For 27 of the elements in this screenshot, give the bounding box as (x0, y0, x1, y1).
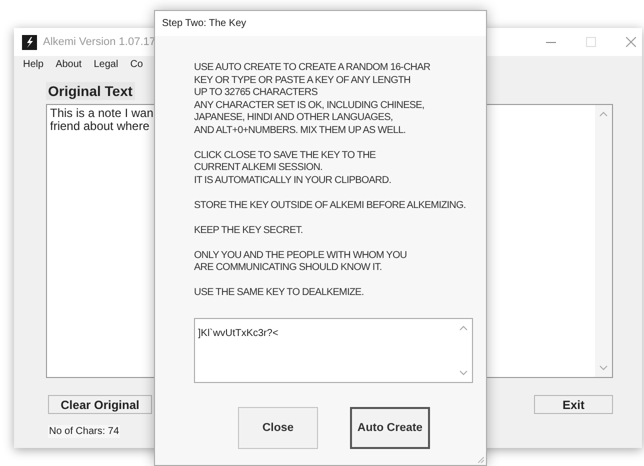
instruction-text: KEEP THE KEY SECRET. (194, 224, 304, 237)
app-logo-icon (22, 34, 37, 50)
menu-item[interactable]: Legal (88, 58, 124, 70)
clear-button[interactable]: Clear Original (48, 395, 152, 414)
maximize-icon[interactable] (586, 37, 596, 47)
char-count: No of Chars: 74 (48, 425, 120, 438)
scroll-down-icon[interactable] (459, 370, 468, 376)
scroll-down-icon[interactable] (599, 365, 608, 371)
instruction-text: USE AUTO CREATE TO CREATE A RANDOM 16-CHAR KEY OR TYPE OR PASTE A KEY OF ANY LENGTH UP TO 32765 CHARACTERS ANY CHARACTER SET IS OK, INCLUDING CHINESE, JAPANESE, HINDI AND OTHER LANGUAGES, AND ALT+0+NUMBERS. MIX THEM UP AS WELL. (194, 62, 432, 137)
menu-item[interactable]: About (50, 58, 88, 70)
menu-item[interactable]: Co (124, 58, 149, 70)
scroll-up-icon[interactable] (599, 111, 608, 117)
dialog-title: Step Two: The Key (155, 11, 486, 36)
close-icon[interactable] (626, 37, 636, 47)
section-label: Original Text (46, 82, 135, 100)
scroll-up-icon[interactable] (459, 324, 468, 330)
instruction-text: STORE THE KEY OUTSIDE OF ALKEMI BEFORE ALKEMIZING. (194, 200, 467, 212)
instruction-text: USE THE SAME KEY TO DEALKEMIZE. (194, 287, 365, 300)
menu-item[interactable]: Help (17, 58, 50, 70)
key-field[interactable]: ]Kl`wvUtTxKc3r?< (194, 318, 473, 382)
resize-grip-icon[interactable] (478, 457, 484, 463)
window-title: Alkemi Version 1.07.17 (43, 36, 157, 48)
instruction-text: CLICK CLOSE TO SAVE THE KEY TO THE CURRENT ALKEMI SESSION. IT IS AUTOMATICALLY IN YOUR CLIPBOARD. (194, 150, 392, 187)
instruction-text: ONLY YOU AND THE PEOPLE WITH WHOM YOU ARE COMMUNICATING SHOULD KNOW IT. (194, 250, 408, 274)
exit-button[interactable]: Exit (534, 395, 613, 414)
close-button[interactable]: Close (238, 406, 318, 448)
auto-create-button[interactable]: Auto Create (350, 406, 430, 448)
